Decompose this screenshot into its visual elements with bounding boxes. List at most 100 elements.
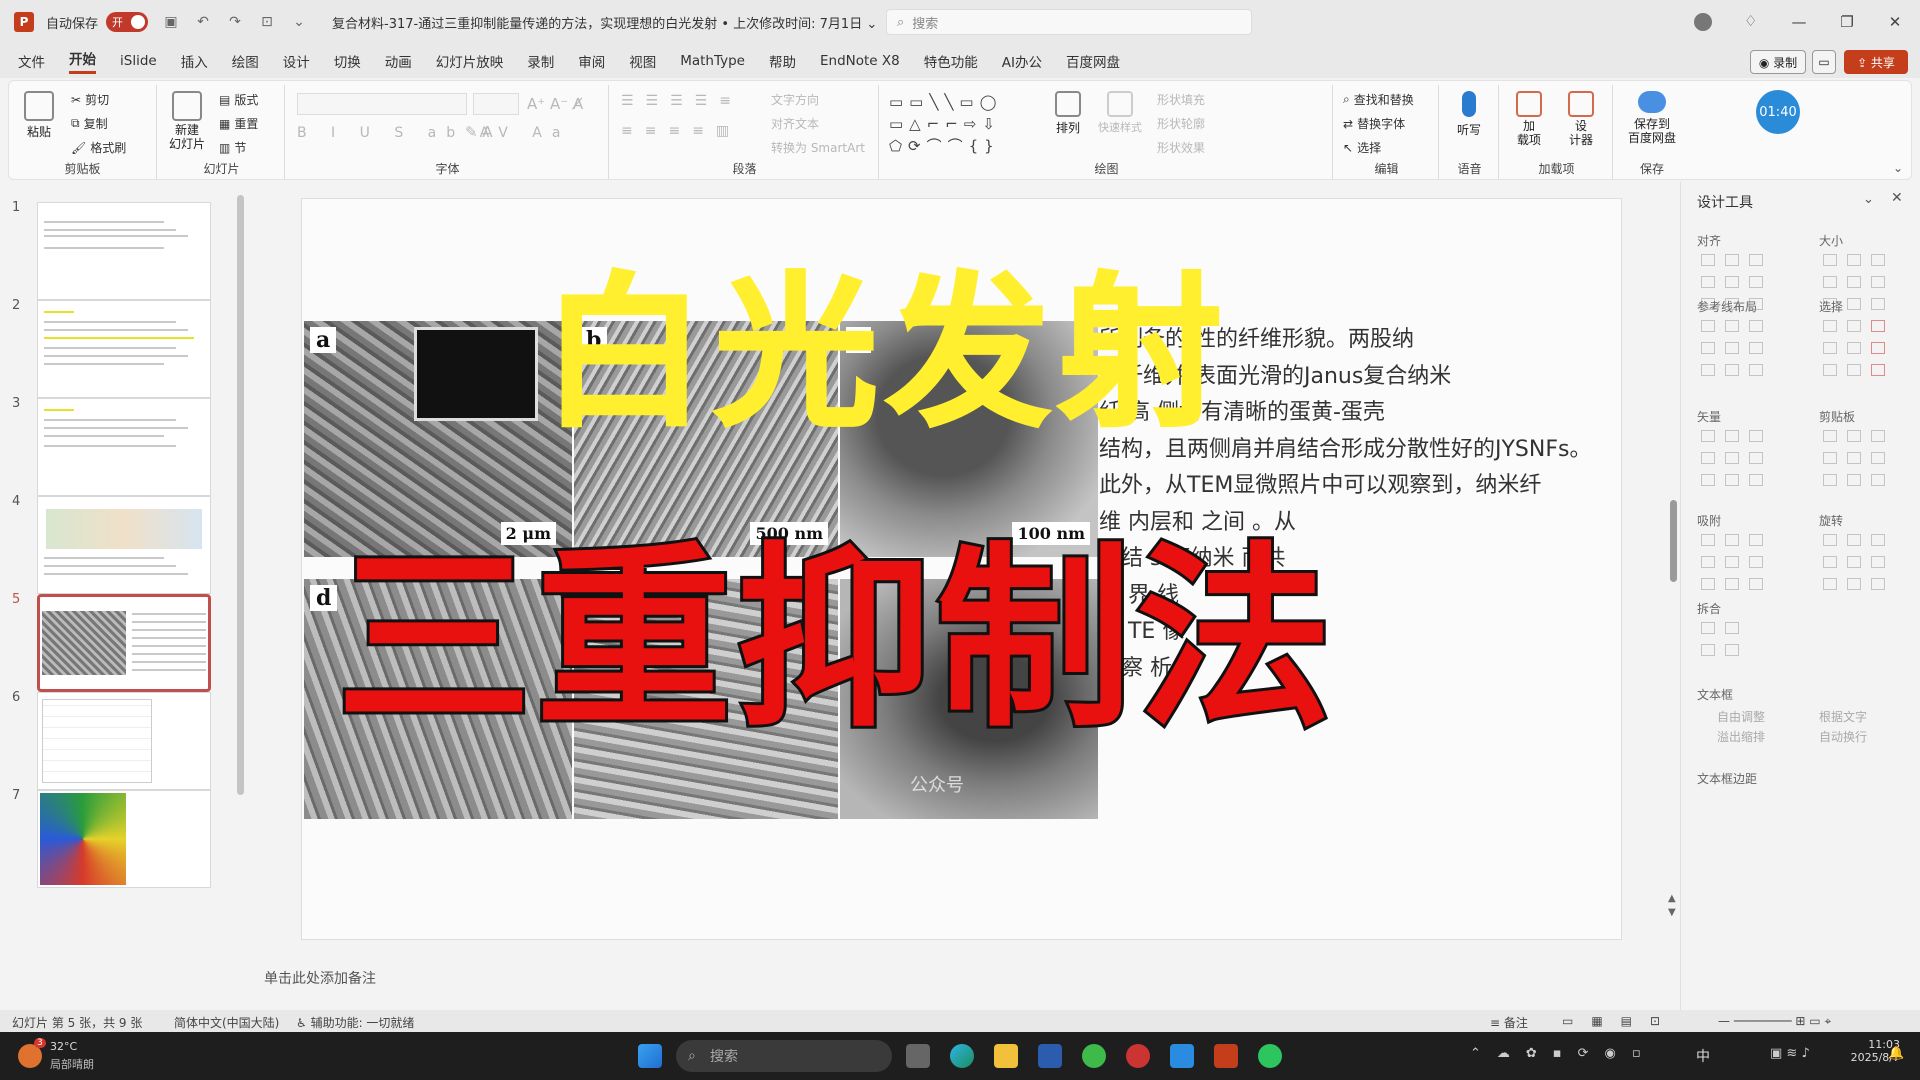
design-tool-icon[interactable] [1701,534,1715,546]
design-tool-icon[interactable] [1749,578,1763,590]
design-tool-icon[interactable] [1871,430,1885,442]
slide-thumbnail[interactable] [37,692,211,790]
design-tool-icon[interactable] [1823,320,1837,332]
design-tool-icon[interactable] [1847,452,1861,464]
zoom-slider[interactable]: — ──────── ⊞ ▭ ⌖ [1718,1014,1831,1029]
view-buttons[interactable]: ▭▦▤⊡ [1562,1014,1678,1028]
design-tool-icon[interactable] [1749,320,1763,332]
design-tool-icon[interactable] [1725,622,1739,634]
list-icons[interactable]: ☰☰☰☰≡ [621,93,743,109]
copy-button[interactable]: ⧉ 复制 [71,115,108,132]
design-tool-icon[interactable] [1847,474,1861,486]
textbox-option[interactable]: 自动换行 [1819,728,1867,745]
section-button[interactable]: ▥ 节 [219,139,246,156]
design-tool-icon[interactable] [1847,276,1861,288]
design-tool-icon[interactable] [1725,254,1739,266]
highlight-icon[interactable]: ✎ A [465,123,493,141]
design-tool-icon[interactable] [1749,254,1763,266]
design-tool-icon[interactable] [1847,254,1861,266]
design-tool-icon[interactable] [1823,364,1837,376]
undo-icon[interactable]: ↶ [194,13,212,31]
tab-11[interactable]: 视图 [629,51,656,71]
design-tool-icon[interactable] [1725,430,1739,442]
comments-button[interactable]: ▭ [1812,50,1836,74]
accessibility-status[interactable]: ♿ 辅助功能: 一切就绪 [296,1014,414,1031]
shape-fill-button[interactable]: 形状填充 [1157,91,1205,108]
tab-4[interactable]: 绘图 [232,51,259,71]
font-size-select[interactable] [473,93,519,115]
design-tool-icon[interactable] [1749,534,1763,546]
textbox-option[interactable]: 自由调整 [1717,708,1765,725]
tab-9[interactable]: 录制 [527,51,554,71]
tab-1[interactable]: 开始 [69,48,96,74]
tab-12[interactable]: MathType [680,53,745,69]
design-tool-icon[interactable] [1749,474,1763,486]
tab-7[interactable]: 动画 [385,51,412,71]
save-baidu-button[interactable]: 保存到 百度网盘 [1619,91,1685,145]
design-tool-icon[interactable] [1871,556,1885,568]
tab-14[interactable]: EndNote X8 [820,53,900,69]
design-tool-icon[interactable] [1823,556,1837,568]
restore-button[interactable]: ❐ [1824,8,1870,36]
cut-button[interactable]: ✂ 剪切 [71,91,109,108]
tab-17[interactable]: 百度网盘 [1066,51,1120,71]
ime-indicator[interactable]: 中 [1696,1046,1710,1066]
taskbar-search[interactable]: ⌕ 搜索 [676,1040,892,1072]
weather-widget[interactable]: 3 32°C 局部晴朗 [18,1038,118,1074]
tab-13[interactable]: 帮助 [769,51,796,71]
designer-button[interactable]: 设 计器 [1559,91,1603,147]
design-tool-icon[interactable] [1725,452,1739,464]
design-tool-icon[interactable] [1847,364,1861,376]
design-tool-icon[interactable] [1701,452,1715,464]
design-tool-icon[interactable] [1725,364,1739,376]
network-volume-icons[interactable]: ▣ ≋ ♪ [1770,1046,1810,1061]
thumbnail-scrollbar[interactable] [237,195,244,795]
design-tool-icon[interactable] [1725,320,1739,332]
tab-5[interactable]: 设计 [283,51,310,71]
document-title[interactable]: 复合材料-317-通过三重抑制能量传递的方法，实现理想的白光发射 • 上次修改时… [332,13,877,32]
start-windows-icon[interactable] [638,1044,662,1068]
design-tool-icon[interactable] [1749,276,1763,288]
close-button[interactable]: ✕ [1872,8,1918,36]
blue-app-icon[interactable] [1170,1044,1194,1068]
design-tool-icon[interactable] [1701,644,1715,656]
tab-3[interactable]: 插入 [181,51,208,71]
design-tool-icon[interactable] [1701,474,1715,486]
design-tool-icon[interactable] [1871,578,1885,590]
slide-thumbnail[interactable] [37,790,211,888]
tab-16[interactable]: AI办公 [1002,51,1042,71]
design-tool-icon[interactable] [1871,534,1885,546]
red-app-icon[interactable] [1126,1044,1150,1068]
design-tool-icon[interactable] [1871,254,1885,266]
panel-collapse-icon[interactable]: ⌄ [1863,192,1874,207]
customize-toolbar-icon[interactable]: ⌄ [290,13,308,31]
design-tool-icon[interactable] [1847,430,1861,442]
autosave-toggle[interactable]: 开 [106,12,149,32]
edge-browser-icon[interactable] [950,1044,974,1068]
slide-thumbnail[interactable] [37,398,211,496]
save-icon[interactable]: ▣ [162,13,180,31]
design-tool-icon[interactable] [1823,452,1837,464]
text-direction-button[interactable]: 文字方向 [771,91,819,108]
share-button[interactable]: ⇪ 共享 [1844,50,1908,74]
format-painter-button[interactable]: 🖌 格式刷 [71,139,126,156]
design-tool-icon[interactable] [1871,342,1885,354]
wechat-icon[interactable] [1258,1044,1282,1068]
font-family-select[interactable] [297,93,467,115]
font-format-icons[interactable]: B I U S ab AV Aa [297,125,570,141]
minimize-button[interactable]: — [1776,8,1822,36]
tray-icons[interactable]: ⌃☁✿▪⟳◉▫ [1470,1046,1657,1061]
design-tool-icon[interactable] [1823,276,1837,288]
slide-thumbnail[interactable] [37,496,211,594]
design-tool-icon[interactable] [1871,364,1885,376]
slide-thumbnail[interactable] [37,202,211,300]
design-tool-icon[interactable] [1847,342,1861,354]
design-tool-icon[interactable] [1725,474,1739,486]
design-tool-icon[interactable] [1823,534,1837,546]
design-tool-icon[interactable] [1847,556,1861,568]
design-tool-icon[interactable] [1701,276,1715,288]
slide-scrollbar[interactable] [1670,500,1677,582]
design-tool-icon[interactable] [1749,364,1763,376]
tab-6[interactable]: 切换 [334,51,361,71]
design-tool-icon[interactable] [1847,298,1861,310]
